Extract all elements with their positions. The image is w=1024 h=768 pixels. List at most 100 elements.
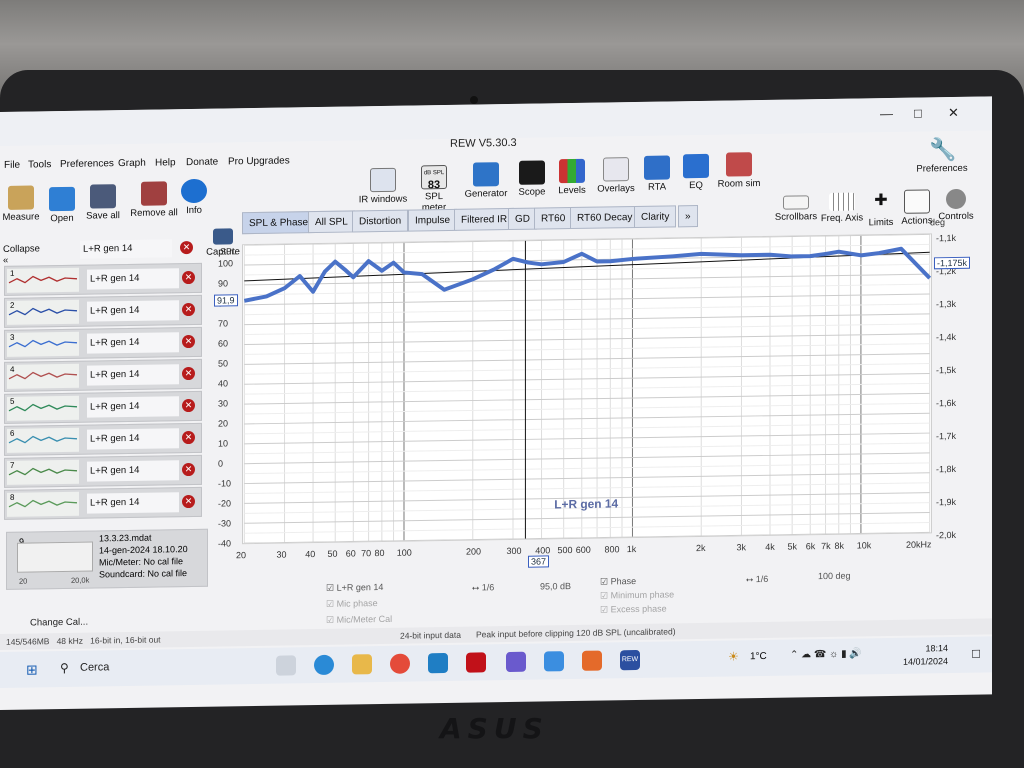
- tab-impulse[interactable]: Impulse: [408, 208, 458, 232]
- generator-button[interactable]: Generator: [464, 162, 508, 200]
- measurement-name[interactable]: L+R gen 14: [87, 268, 179, 290]
- task-view-icon[interactable]: [276, 655, 296, 676]
- tab-filtered-ir[interactable]: Filtered IR: [454, 207, 515, 231]
- x-tick-label: 600: [575, 544, 591, 555]
- tab-spl-phase[interactable]: SPL & Phase: [242, 211, 316, 235]
- tab-more[interactable]: »: [678, 205, 698, 228]
- remove-measurement-icon[interactable]: ✕: [182, 302, 195, 317]
- measurement-name[interactable]: L+R gen 14: [87, 428, 179, 450]
- eq-button[interactable]: EQ: [682, 153, 710, 191]
- store-icon[interactable]: [506, 651, 526, 673]
- measurement-item[interactable]: 3 L+R gen 14 ✕: [4, 326, 202, 360]
- legend-phase-checkbox[interactable]: ☑ Phase: [600, 576, 636, 588]
- levels-button[interactable]: Levels: [556, 158, 588, 197]
- photos-icon[interactable]: [544, 651, 564, 672]
- y-tick-label: -10: [218, 478, 232, 489]
- windows-start-icon[interactable]: ⊞: [26, 661, 38, 678]
- minimize-icon[interactable]: —: [880, 106, 893, 121]
- menu-tools[interactable]: Tools: [28, 159, 51, 170]
- phase-cursor-box[interactable]: -1,175k: [934, 256, 971, 270]
- actions-button[interactable]: Actions: [900, 189, 934, 227]
- tab-distortion[interactable]: Distortion: [352, 209, 409, 233]
- notification-icon[interactable]: □: [972, 646, 980, 661]
- remove-measurement-icon[interactable]: ✕: [182, 398, 195, 413]
- legend-excess-phase[interactable]: ☑ Excess phase: [600, 604, 667, 616]
- webcam: [470, 96, 478, 104]
- remove-measurement-icon[interactable]: ✕: [182, 462, 195, 477]
- search-icon[interactable]: ⚲: [60, 661, 69, 675]
- legend-spl-checkbox[interactable]: ☑ L+R gen 14: [326, 582, 383, 594]
- menu-graph[interactable]: Graph: [118, 158, 146, 169]
- measurement-name[interactable]: L+R gen 14: [87, 396, 179, 418]
- chrome-icon[interactable]: [390, 653, 410, 674]
- measurement-name[interactable]: L+R gen 14: [87, 332, 179, 354]
- spl-meter-button[interactable]: dB SPL 83 SPL meter: [412, 164, 456, 214]
- close-icon[interactable]: ✕: [948, 105, 959, 121]
- measurement-item[interactable]: 1 L+R gen 14 ✕: [4, 262, 202, 296]
- rew-taskbar-icon[interactable]: REW: [620, 649, 640, 671]
- tab-all-spl[interactable]: All SPL: [308, 210, 355, 234]
- edge-icon[interactable]: [314, 654, 334, 676]
- room-sim-button[interactable]: Room sim: [716, 152, 762, 190]
- scope-button[interactable]: Scope: [516, 160, 548, 198]
- top-measurement-name[interactable]: L+R gen 14: [80, 239, 172, 259]
- menu-preferences[interactable]: Preferences: [60, 158, 114, 170]
- tab-rt60-decay[interactable]: RT60 Decay: [570, 205, 640, 230]
- measurement-name[interactable]: L+R gen 14: [87, 364, 179, 386]
- tab-gd[interactable]: GD: [508, 207, 537, 231]
- menu-file[interactable]: File: [4, 160, 20, 171]
- preferences-button[interactable]: 🔧 Preferences: [916, 137, 968, 175]
- netflix-icon[interactable]: [466, 652, 486, 673]
- legend-spl-smoothing[interactable]: ⭤ 1/6: [472, 582, 494, 593]
- legend-mic-cal[interactable]: ☑ Mic/Meter Cal: [326, 614, 392, 626]
- menu-donate[interactable]: Donate: [186, 157, 218, 169]
- file-explorer-icon[interactable]: [352, 654, 372, 675]
- measurement-item[interactable]: 2 L+R gen 14 ✕: [4, 294, 202, 328]
- legend-phase-smoothing[interactable]: ⭤ 1/6: [746, 574, 768, 585]
- open-button[interactable]: Open: [44, 186, 80, 225]
- ir-windows-button[interactable]: IR windows: [358, 167, 408, 206]
- remove-measurement-icon[interactable]: ✕: [182, 334, 195, 349]
- remove-all-button[interactable]: Remove all: [128, 181, 180, 219]
- measurement-item[interactable]: 4 L+R gen 14 ✕: [4, 358, 202, 392]
- restore-icon[interactable]: □: [914, 106, 922, 121]
- measure-button[interactable]: Measure: [2, 185, 40, 223]
- measurement-item[interactable]: 5 L+R gen 14 ✕: [4, 390, 202, 424]
- double-chevron-left-icon: «: [3, 254, 9, 266]
- remove-measurement-icon[interactable]: ✕: [182, 430, 195, 445]
- media-icon[interactable]: [582, 650, 602, 671]
- measurement-name[interactable]: L+R gen 14: [87, 492, 179, 514]
- limits-button[interactable]: ✚ Limits: [866, 191, 896, 228]
- remove-measurement-icon[interactable]: ✕: [182, 270, 195, 285]
- measurement-name[interactable]: L+R gen 14: [87, 460, 179, 482]
- taskbar-clock[interactable]: 18:14 14/01/2024: [903, 642, 948, 669]
- remove-measurement-icon[interactable]: ✕: [182, 494, 195, 509]
- overlays-button[interactable]: Overlays: [596, 157, 636, 195]
- menu-help[interactable]: Help: [155, 157, 176, 168]
- measurement-item[interactable]: 8 L+R gen 14 ✕: [4, 486, 202, 520]
- top-remove-icon[interactable]: ✕: [180, 240, 193, 255]
- change-cal-button[interactable]: Change Cal...: [30, 617, 88, 629]
- remove-measurement-icon[interactable]: ✕: [182, 366, 195, 381]
- rta-button[interactable]: RTA: [642, 155, 672, 193]
- collapse-button[interactable]: Collapse «: [0, 241, 50, 266]
- tray-icons[interactable]: ⌃ ☁ ☎ ☼ ▮ 🔊: [790, 648, 862, 660]
- cursor-value-box[interactable]: 91,9: [214, 294, 238, 307]
- measurement-item[interactable]: 7 L+R gen 14 ✕: [4, 454, 202, 488]
- freq-axis-button[interactable]: Freq. Axis: [820, 192, 864, 224]
- info-button[interactable]: Info: [180, 178, 208, 216]
- menu-pro-upgrades[interactable]: Pro Upgrades: [228, 155, 290, 167]
- tab-rt60[interactable]: RT60: [534, 207, 573, 230]
- legend-minimum-phase[interactable]: ☑ Minimum phase: [600, 589, 674, 601]
- mail-icon[interactable]: [428, 652, 448, 674]
- taskbar-search[interactable]: Cerca: [80, 661, 109, 673]
- measurement-item[interactable]: 6 L+R gen 14 ✕: [4, 422, 202, 456]
- cursor-frequency-box[interactable]: 367: [528, 555, 550, 568]
- temperature[interactable]: 1°C: [750, 651, 767, 662]
- tab-clarity[interactable]: Clarity: [634, 205, 677, 229]
- legend-mic-phase[interactable]: ☑ Mic phase: [326, 598, 378, 610]
- save-all-button[interactable]: Save all: [84, 184, 122, 222]
- scrollbars-button[interactable]: Scrollbars: [772, 195, 820, 223]
- spl-phase-graph[interactable]: L+R gen 14: [242, 233, 932, 545]
- measurement-name[interactable]: L+R gen 14: [87, 300, 179, 322]
